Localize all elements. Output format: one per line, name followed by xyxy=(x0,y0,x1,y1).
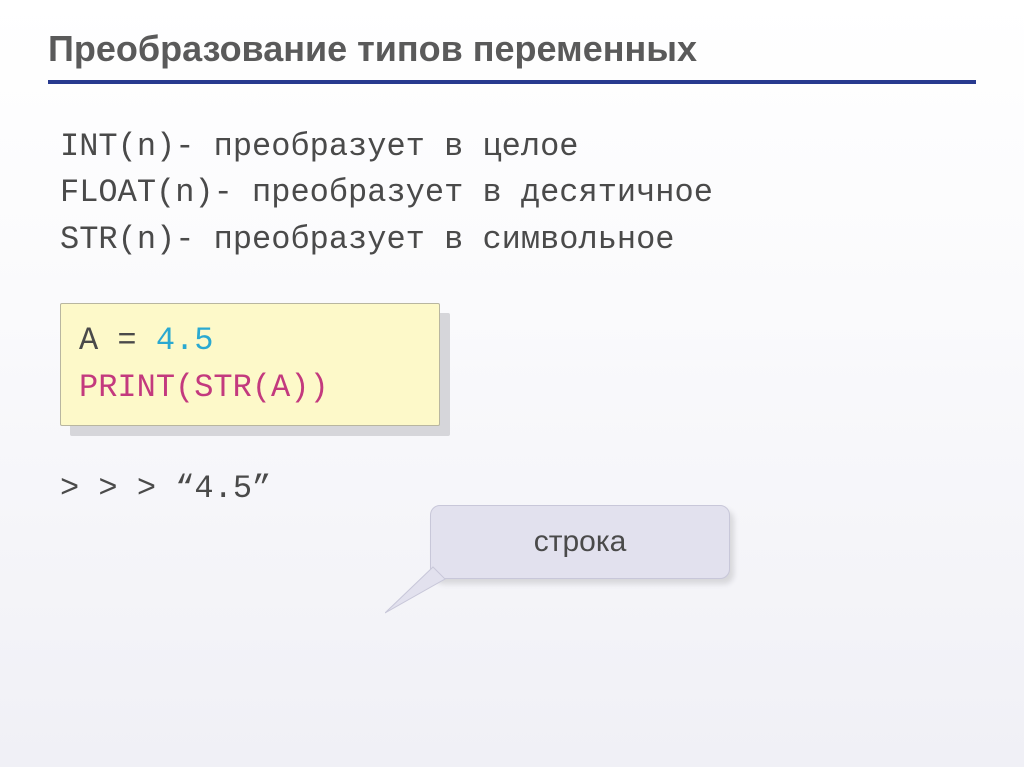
float-desc: - преобразует в десятичное xyxy=(214,174,713,211)
code-example: a = 4.5 Print(str(a)) xyxy=(60,303,440,426)
int-arg: (n) xyxy=(118,128,176,165)
code-paren-close: ) xyxy=(309,369,328,406)
float-arg: (n) xyxy=(156,174,214,211)
code-assign-op: = xyxy=(98,322,156,359)
code-paren-open: ( xyxy=(175,369,194,406)
code-line-1: a = 4.5 xyxy=(79,318,421,364)
code-var-a: a xyxy=(79,322,98,359)
str-fn: Str xyxy=(60,221,118,258)
float-fn: Float xyxy=(60,174,156,211)
str-arg: (n) xyxy=(118,221,176,258)
type-conversion-list: Int(n)- преобразует в целое Float(n)- пр… xyxy=(60,124,976,263)
code-number: 4.5 xyxy=(156,322,214,359)
int-fn: Int xyxy=(60,128,118,165)
callout-text: строка xyxy=(534,525,627,559)
code-str-fn: str xyxy=(194,369,252,406)
slide-title: Преобразование типов переменных xyxy=(48,28,976,84)
callout-label: строка xyxy=(430,505,730,579)
slide: Преобразование типов переменных Int(n)- … xyxy=(0,0,1024,767)
str-desc: - преобразует в символьное xyxy=(175,221,674,258)
code-line-2: Print(str(a)) xyxy=(79,365,421,411)
code-print: Print xyxy=(79,369,175,406)
code-box: a = 4.5 Print(str(a)) xyxy=(60,303,440,426)
code-inner-args: (a) xyxy=(252,369,310,406)
int-desc: - преобразует в целое xyxy=(175,128,578,165)
output-line: > > > “4.5” xyxy=(60,470,976,507)
